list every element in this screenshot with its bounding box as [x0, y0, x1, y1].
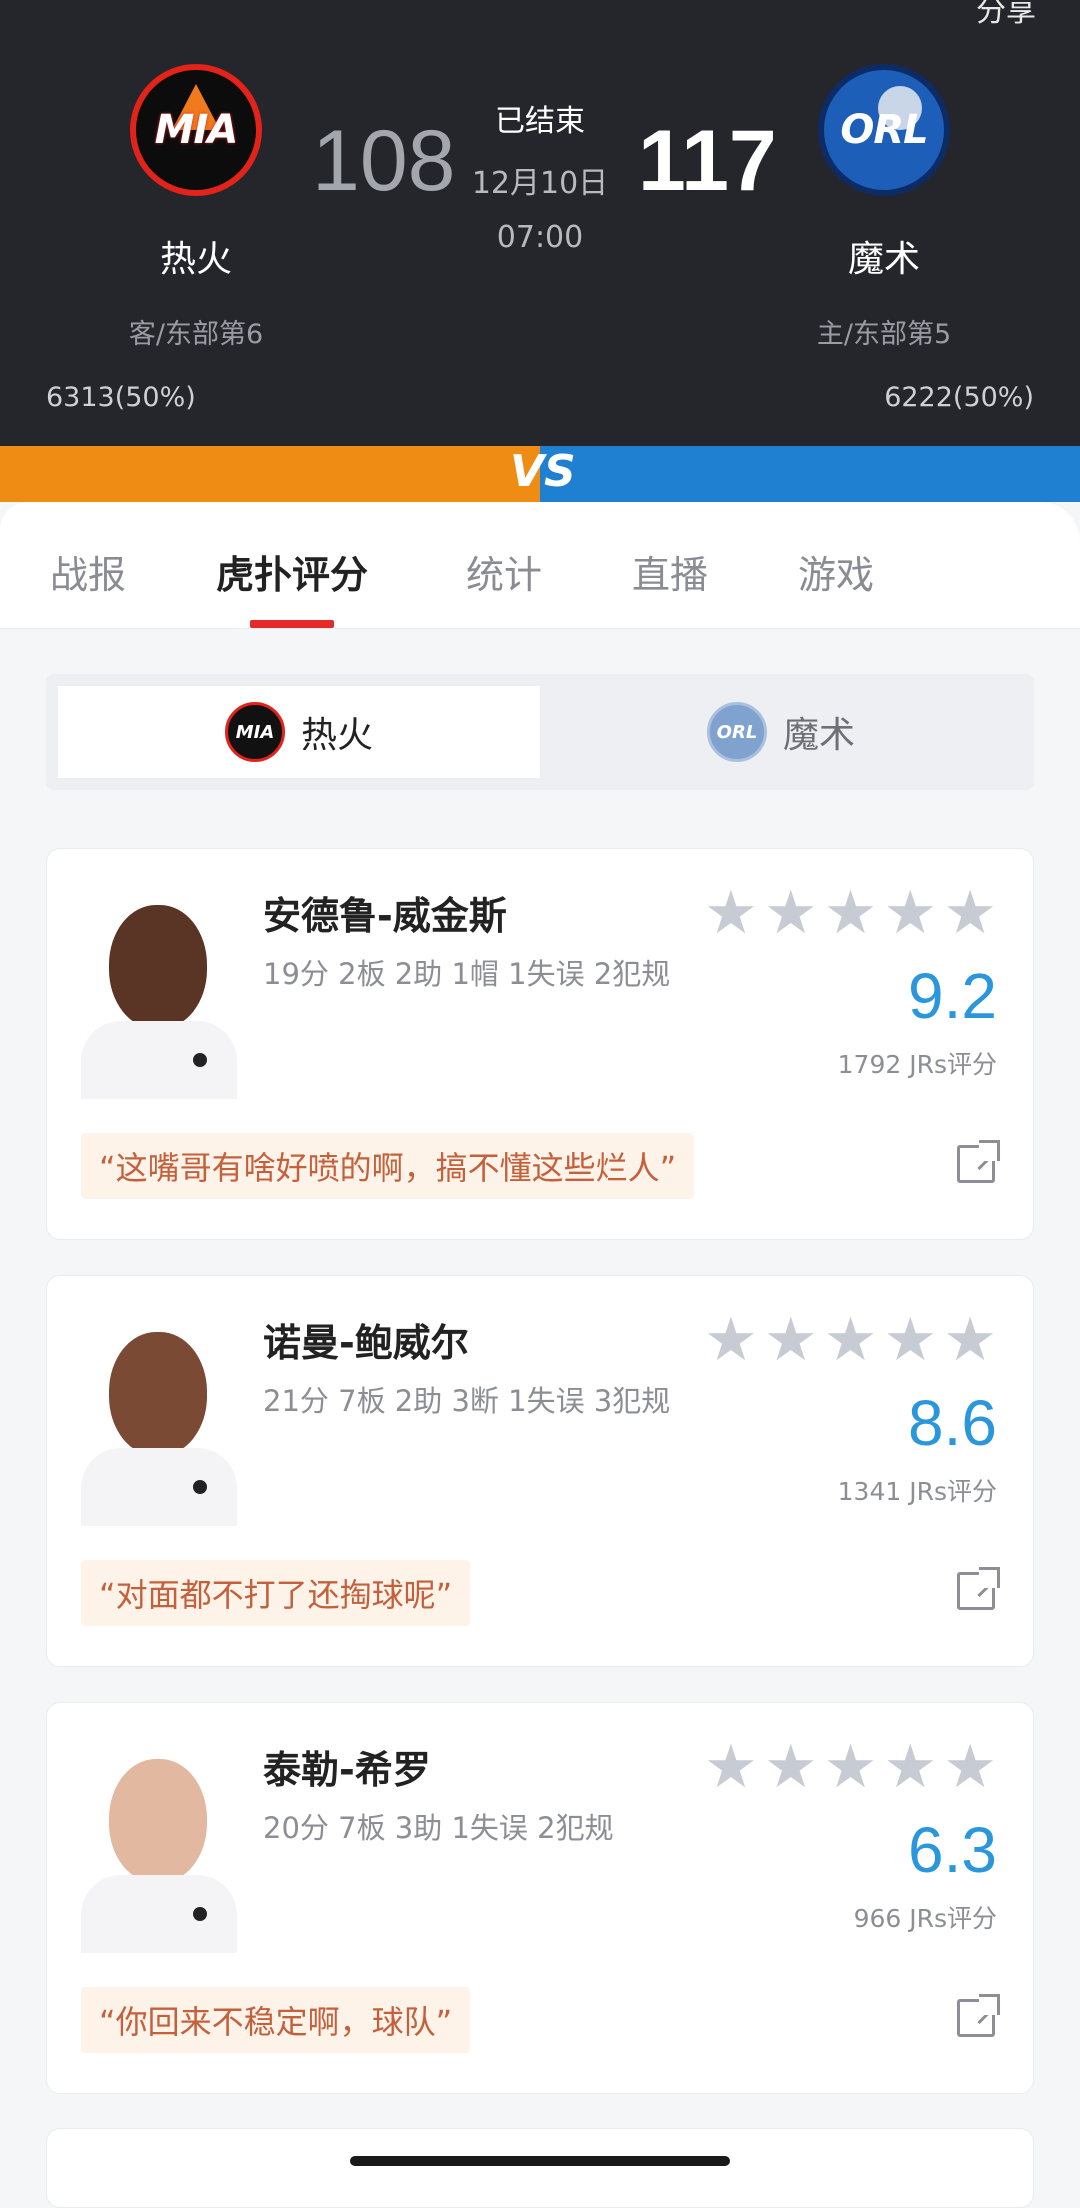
player-card[interactable] — [46, 2128, 1034, 2208]
player-jersey — [81, 1448, 237, 1526]
player-name: 泰勒-希罗 — [263, 1748, 431, 1792]
rating-stars[interactable]: ★ ★ ★ ★ ★ — [704, 1310, 997, 1370]
heat-logo-text: MIA — [154, 107, 239, 153]
star-icon[interactable]: ★ — [704, 883, 758, 943]
player-avatar — [81, 1737, 237, 1953]
away-team-rank: 客/东部第6 — [128, 319, 264, 350]
star-icon[interactable]: ★ — [943, 1310, 997, 1370]
away-team[interactable]: MIA 热火 客/东部第6 — [66, 64, 326, 351]
share-icon[interactable] — [957, 1140, 1000, 1183]
player-face — [109, 1759, 207, 1883]
game-status-text: 已结束 — [495, 104, 585, 139]
player-face — [109, 1332, 207, 1456]
tab-live[interactable]: 直播 — [632, 544, 708, 599]
star-icon[interactable]: ★ — [764, 883, 818, 943]
star-icon[interactable]: ★ — [943, 883, 997, 943]
team-switch: MIA 热火 ORL 魔术 — [46, 674, 1034, 790]
team-switch-heat-label: 热火 — [300, 715, 373, 756]
star-icon[interactable]: ★ — [943, 1737, 997, 1797]
rating-stars[interactable]: ★ ★ ★ ★ ★ — [704, 1737, 997, 1797]
share-button[interactable]: 分享 — [976, 0, 1036, 30]
home-team[interactable]: ORL 魔术 主/东部第5 — [754, 64, 1014, 351]
team-switch-heat[interactable]: MIA 热火 — [58, 686, 540, 778]
support-bar-away — [0, 446, 540, 502]
heat-logo: MIA — [130, 64, 262, 196]
star-icon[interactable]: ★ — [704, 1737, 758, 1797]
share-icon[interactable] — [957, 1994, 1000, 2037]
team-switch-magic[interactable]: ORL 魔术 — [540, 686, 1022, 778]
sponsor-logo — [193, 1907, 207, 1921]
tab-games[interactable]: 游戏 — [798, 544, 874, 599]
magic-logo: ORL — [818, 64, 950, 196]
home-team-name: 魔术 — [847, 239, 920, 280]
home-indicator[interactable] — [350, 2156, 730, 2166]
away-team-name: 热火 — [159, 239, 232, 280]
game-date: 12月10日 — [471, 166, 609, 201]
player-rating: 9.2 — [908, 960, 997, 1032]
top-comment[interactable]: “你回来不稳定啊，球队” — [81, 1987, 471, 2053]
player-jersey — [81, 1021, 237, 1099]
support-bar[interactable]: VS — [0, 446, 1080, 502]
star-icon[interactable]: ★ — [704, 1310, 758, 1370]
star-icon[interactable]: ★ — [764, 1737, 818, 1797]
support-bar-home — [540, 446, 1080, 502]
star-icon[interactable]: ★ — [824, 883, 878, 943]
top-comment[interactable]: “对面都不打了还掏球呢” — [81, 1560, 471, 1626]
player-stats: 20分 7板 3助 1失误 2犯规 — [263, 1811, 614, 1845]
star-icon[interactable]: ★ — [883, 883, 937, 943]
share-icon[interactable] — [957, 1567, 1000, 1610]
player-avatar — [81, 883, 237, 1099]
player-stats: 21分 7板 2助 3断 1失误 3犯规 — [263, 1384, 671, 1418]
tab-stats[interactable]: 统计 — [466, 544, 542, 599]
player-card[interactable]: 泰勒-希罗 20分 7板 3助 1失误 2犯规 ★ ★ ★ ★ ★ 6.3 96… — [46, 1702, 1034, 2094]
sponsor-logo — [193, 1053, 207, 1067]
star-icon[interactable]: ★ — [824, 1737, 878, 1797]
heat-logo-small: MIA — [224, 702, 285, 762]
home-team-rank: 主/东部第5 — [816, 319, 952, 350]
rating-votes: 1792 JRs评分 — [837, 1050, 997, 1079]
home-support-count: 6222(50%) — [884, 382, 1034, 413]
player-rating: 6.3 — [908, 1814, 997, 1886]
vs-label: VS — [510, 446, 576, 497]
tab-report[interactable]: 战报 — [50, 544, 126, 599]
player-name: 诺曼-鲍威尔 — [263, 1321, 469, 1365]
magic-logo-text: ORL — [840, 107, 928, 153]
player-face — [109, 905, 207, 1029]
tab-bar: 战报 虎扑评分 统计 直播 游戏 — [0, 502, 1080, 629]
star-icon[interactable]: ★ — [824, 1310, 878, 1370]
player-name: 安德鲁-威金斯 — [263, 894, 507, 938]
rating-votes: 966 JRs评分 — [853, 1904, 997, 1933]
sponsor-logo — [193, 1480, 207, 1494]
away-score: 108 — [312, 113, 456, 209]
star-icon[interactable]: ★ — [883, 1737, 937, 1797]
team-switch-magic-label: 魔术 — [782, 715, 855, 756]
rating-stars[interactable]: ★ ★ ★ ★ ★ — [704, 883, 997, 943]
player-card[interactable]: 安德鲁-威金斯 19分 2板 2助 1帽 1失误 2犯规 ★ ★ ★ ★ ★ 9… — [46, 848, 1034, 1240]
player-avatar — [81, 1310, 237, 1526]
game-header: 分享 MIA 热火 客/东部第6 108 已结束 12月10日 07:00 11… — [0, 0, 1080, 520]
star-icon[interactable]: ★ — [883, 1310, 937, 1370]
game-status: 已结束 12月10日 07:00 — [440, 96, 640, 255]
rating-votes: 1341 JRs评分 — [837, 1477, 997, 1506]
away-support-count: 6313(50%) — [46, 382, 196, 413]
active-tab-indicator — [250, 620, 334, 628]
game-time: 07:00 — [496, 220, 584, 255]
player-jersey — [81, 1875, 237, 1953]
player-rating: 8.6 — [908, 1387, 997, 1459]
magic-logo-small: ORL — [706, 702, 767, 762]
tab-hupu-rating[interactable]: 虎扑评分 — [216, 544, 368, 599]
player-stats: 19分 2板 2助 1帽 1失误 2犯规 — [263, 957, 671, 991]
star-icon[interactable]: ★ — [764, 1310, 818, 1370]
top-comment[interactable]: “这嘴哥有啥好喷的啊，搞不懂这些烂人” — [81, 1133, 695, 1199]
player-card[interactable]: 诺曼-鲍威尔 21分 7板 2助 3断 1失误 3犯规 ★ ★ ★ ★ ★ 8.… — [46, 1275, 1034, 1667]
